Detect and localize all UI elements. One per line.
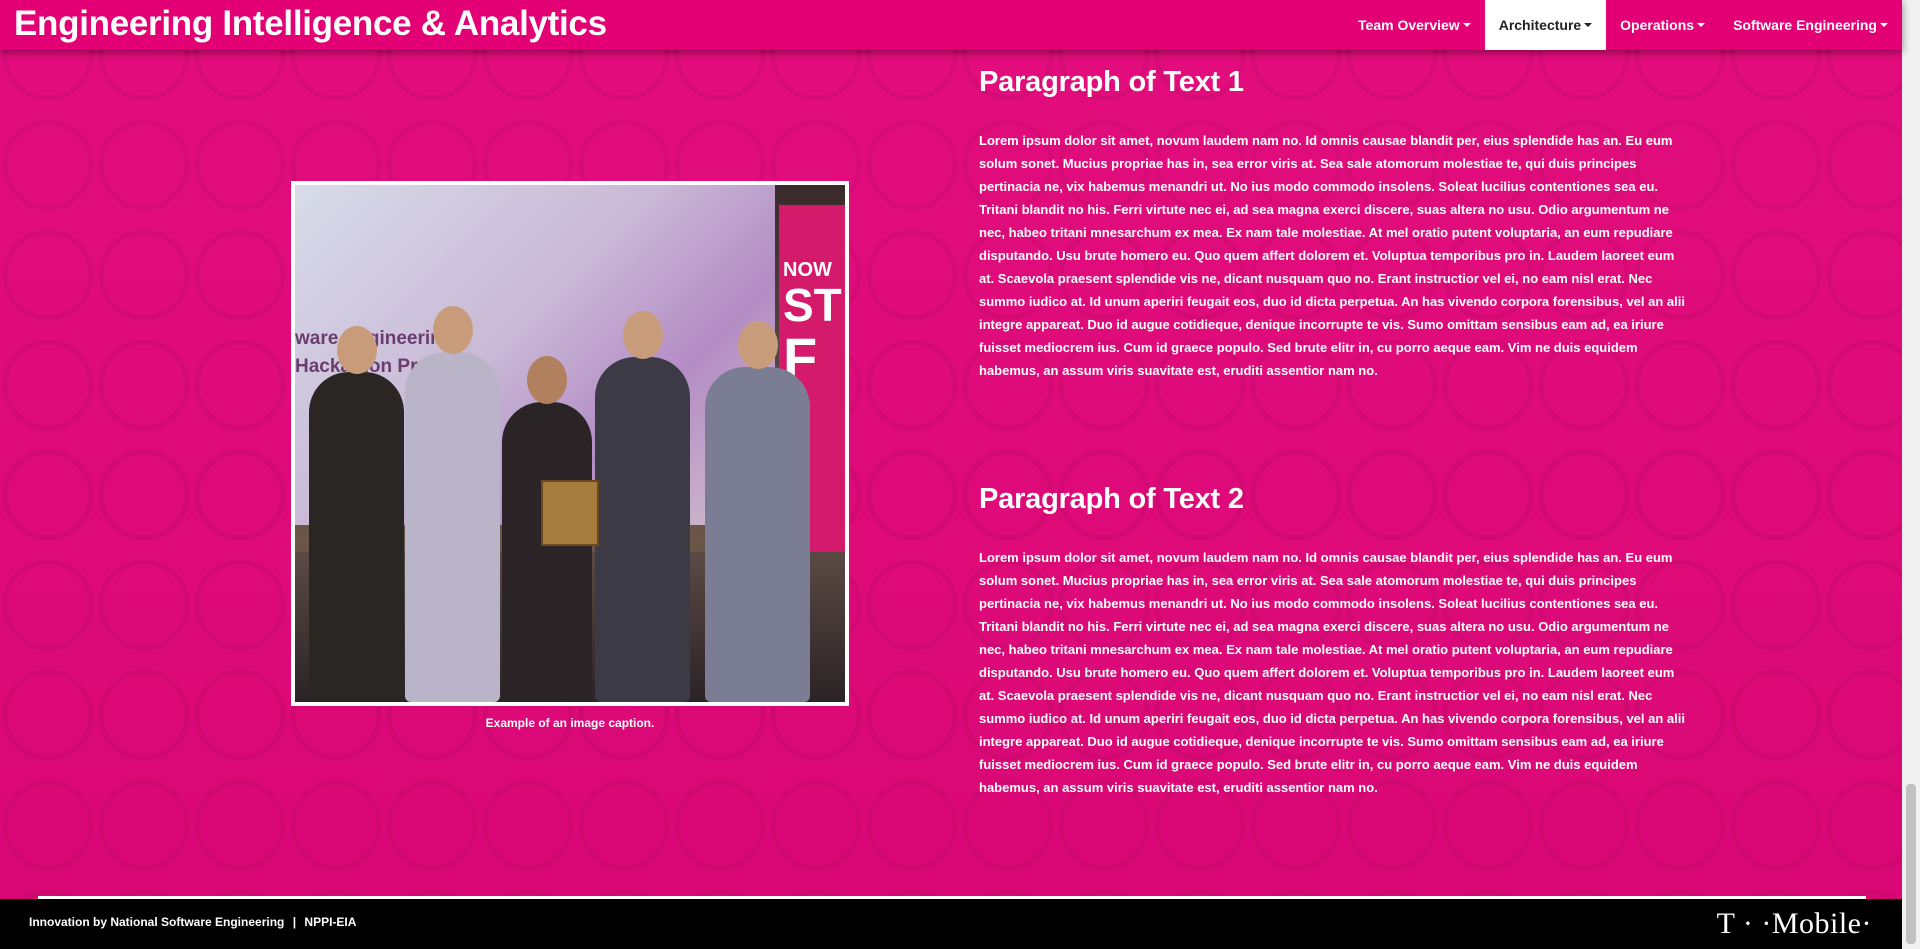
footer-team-link[interactable]: NPPI-EIA — [304, 915, 356, 929]
person-figure — [405, 306, 500, 702]
nav-menu: Team Overview Architecture Operations So… — [1344, 0, 1902, 50]
footer-separator: | — [292, 915, 297, 929]
caret-down-icon — [1584, 23, 1593, 27]
nav-item-label: Team Overview — [1358, 17, 1460, 33]
caret-down-icon — [1462, 23, 1471, 27]
footer: Innovation by National Software Engineer… — [0, 899, 1902, 949]
person-figure — [595, 311, 690, 702]
scrollbar-thumb[interactable] — [1906, 784, 1916, 944]
section-body: Lorem ipsum dolor sit amet, novum laudem… — [979, 550, 1685, 795]
footer-credit: Innovation by National Software Engineer… — [29, 915, 356, 929]
award-plaque — [541, 480, 599, 546]
top-navbar: Engineering Intelligence & Analytics Tea… — [0, 0, 1902, 50]
nav-item-label: Architecture — [1498, 17, 1582, 33]
text-section-1: Paragraph of Text 1 Lorem ipsum dolor si… — [979, 66, 1686, 382]
banner-text: NOW ST F — [783, 259, 842, 390]
image-figure: ware Engineering Hackathon Presen NOW ST… — [291, 181, 849, 706]
vertical-scrollbar[interactable] — [1902, 0, 1920, 949]
nav-item-label: Software Engineering — [1733, 17, 1877, 33]
image-caption: Example of an image caption. — [485, 716, 655, 730]
person-figure — [309, 326, 404, 702]
section-body: Lorem ipsum dolor sit amet, novum laudem… — [979, 133, 1685, 378]
nav-item-label: Operations — [1620, 17, 1695, 33]
caret-down-icon — [1880, 23, 1888, 27]
nav-item-operations[interactable]: Operations — [1606, 0, 1719, 50]
nav-item-team-overview[interactable]: Team Overview — [1344, 0, 1485, 50]
nav-item-architecture[interactable]: Architecture — [1484, 0, 1607, 50]
t-mobile-logo: T · ·Mobile· — [1716, 907, 1872, 940]
footer-credit-text: Innovation by National Software Engineer… — [29, 915, 285, 929]
person-figure — [705, 321, 810, 702]
text-section-2: Paragraph of Text 2 Lorem ipsum dolor si… — [979, 483, 1686, 799]
nav-item-software-engineering[interactable]: Software Engineering — [1719, 0, 1902, 50]
section-title: Paragraph of Text 1 — [979, 66, 1244, 98]
team-photo: ware Engineering Hackathon Presen NOW ST… — [295, 185, 845, 702]
person-figure — [502, 356, 592, 702]
site-title[interactable]: Engineering Intelligence & Analytics — [14, 4, 607, 44]
caret-down-icon — [1697, 23, 1706, 27]
section-title: Paragraph of Text 2 — [979, 483, 1244, 515]
